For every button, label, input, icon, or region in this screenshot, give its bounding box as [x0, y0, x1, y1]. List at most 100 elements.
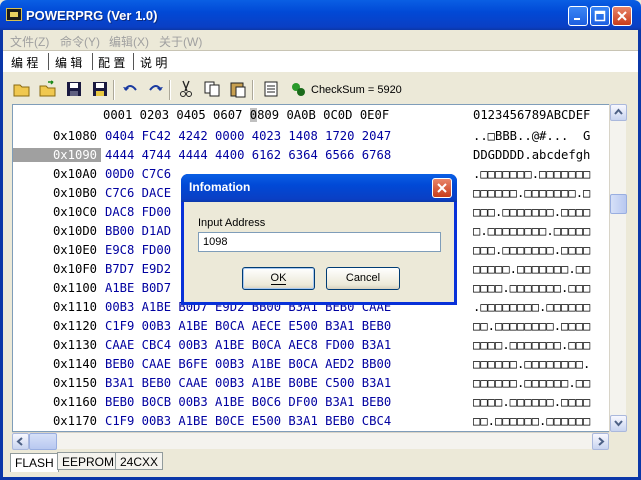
row-ascii[interactable]: DDGDDDD.abcdefgh [473, 148, 590, 162]
row-hex-bytes[interactable]: BEB0 B0CB 00B3 A1BE B0C6 DF00 B3A1 BEB0 [105, 395, 391, 409]
row-address: 0x1140 [52, 357, 97, 371]
row-hex-bytes[interactable]: 00D0 C7C6 [105, 167, 178, 181]
row-address: 0x1100 [52, 281, 97, 295]
row-ascii[interactable]: □□□□□□.□□□□□□□□. [473, 357, 590, 371]
row-ascii[interactable]: .□□□□□□□□.□□□□□□ [473, 300, 590, 314]
toolbar-separator [169, 80, 171, 100]
row-hex-bytes[interactable]: BB00 D1AD [105, 224, 178, 238]
save-icon[interactable] [65, 80, 83, 98]
cancel-button[interactable]: Cancel [326, 267, 400, 290]
close-button[interactable] [612, 6, 632, 26]
redo-icon[interactable] [147, 80, 165, 98]
row-hex-bytes[interactable]: C1F9 00B3 A1BE B0CE E500 B3A1 BEB0 CBC4 [105, 414, 391, 428]
vertical-scrollbar[interactable] [609, 104, 627, 432]
scroll-up-button[interactable] [610, 104, 627, 121]
vertical-scroll-thumb[interactable] [610, 194, 627, 214]
row-address: 0x1160 [52, 395, 97, 409]
row-address: 0x10F0 [52, 262, 97, 276]
row-hex-bytes[interactable]: A1BE B0D7 [105, 281, 178, 295]
hex-row[interactable]: 0x1090 4444 4744 4444 4400 6162 6364 6566… [13, 148, 625, 167]
input-address-label: Input Address [198, 217, 266, 229]
address-input[interactable] [198, 232, 441, 252]
row-ascii[interactable]: □□□□.□□□□□□□.□□□ [473, 338, 590, 352]
copy-icon[interactable] [203, 80, 221, 98]
save-as-icon[interactable] [91, 80, 109, 98]
row-address: 0x1170 [52, 414, 97, 428]
row-address: 0x10E0 [52, 243, 97, 257]
row-hex-bytes[interactable]: DAC8 FD00 [105, 205, 178, 219]
horizontal-scrollbar[interactable] [12, 432, 609, 450]
row-hex-bytes[interactable]: B3A1 BEB0 CAAE 00B3 A1BE B0BE C500 B3A1 [105, 376, 391, 390]
open-file-icon[interactable] [39, 80, 57, 98]
menu-command[interactable]: 命令(Y) [60, 33, 100, 50]
row-ascii[interactable]: □□.□□□□□□□□.□□□□ [473, 319, 590, 333]
goto-address-icon[interactable] [263, 80, 281, 98]
row-ascii[interactable]: □□□.□□□□□□□.□□□□ [473, 205, 590, 219]
row-address: 0x10D0 [52, 224, 97, 238]
row-ascii[interactable]: □.□□□□□□□□.□□□□□ [473, 224, 590, 238]
tab-flash[interactable]: FLASH [10, 453, 59, 472]
row-address: 0x1150 [52, 376, 97, 390]
tab-24cxx[interactable]: 24CXX [115, 452, 164, 470]
row-hex-bytes[interactable]: 4444 4744 4444 4400 6162 6364 6566 6768 [105, 148, 391, 162]
row-hex-bytes[interactable]: B7D7 E9D2 [105, 262, 178, 276]
row-hex-bytes[interactable]: BEB0 CAAE B6FE 00B3 A1BE B0CA AED2 BB00 [105, 357, 391, 371]
mode-tab-strip: 编 程 编 辑 配 置 说 明 [3, 50, 638, 72]
row-address: 0x1110 [52, 300, 97, 314]
cut-icon[interactable] [177, 80, 195, 98]
menu-bar: 文件(Z) 命令(Y) 编辑(X) 关于(W) [3, 30, 638, 50]
row-hex-bytes[interactable]: E9C8 FD00 [105, 243, 178, 257]
toolbar-separator [113, 80, 115, 100]
row-hex-bytes[interactable]: C7C6 DACE [105, 186, 178, 200]
row-ascii[interactable]: □□□□.□□□□□□.□□□□ [473, 395, 590, 409]
scroll-left-button[interactable] [12, 433, 29, 450]
horizontal-scroll-thumb[interactable] [29, 433, 57, 450]
maximize-button[interactable] [590, 6, 610, 26]
row-ascii[interactable]: □□□.□□□□□□□.□□□□ [473, 243, 590, 257]
checksum-label: CheckSum = 5920 [311, 84, 402, 96]
scroll-down-button[interactable] [610, 415, 627, 432]
row-address: 0x10C0 [52, 205, 97, 219]
row-address: 0x10A0 [52, 167, 97, 181]
undo-icon[interactable] [121, 80, 139, 98]
hex-row[interactable]: 0x1160 BEB0 B0CB 00B3 A1BE B0C6 DF00 B3A1… [13, 395, 625, 414]
hex-row[interactable]: 0x1080 0404 FC42 4242 0000 4023 1408 1720… [13, 129, 625, 148]
row-hex-bytes[interactable]: 0404 FC42 4242 0000 4023 1408 1720 2047 [105, 129, 391, 143]
row-hex-bytes[interactable]: CAAE CBC4 00B3 A1BE B0CA AEC8 FD00 B3A1 [105, 338, 391, 352]
row-ascii[interactable]: □□□□□□.□□□□□□□.□ [473, 186, 590, 200]
hex-row[interactable]: 0x1130 CAAE CBC4 00B3 A1BE B0CA AEC8 FD00… [13, 338, 625, 357]
row-ascii[interactable]: □□□□□.□□□□□□□.□□ [473, 262, 590, 276]
hex-row[interactable]: 0x1170 C1F9 00B3 A1BE B0CE E500 B3A1 BEB0… [13, 414, 625, 431]
app-chip-icon [6, 8, 22, 21]
open-folder-icon[interactable] [13, 80, 31, 98]
row-ascii[interactable]: .□□□□□□□.□□□□□□□ [473, 167, 590, 181]
row-hex-bytes[interactable]: C1F9 00B3 A1BE B0CA AECE E500 B3A1 BEB0 [105, 319, 391, 333]
tab-help[interactable]: 说 明 [136, 52, 171, 72]
scroll-right-button[interactable] [592, 433, 609, 450]
tab-edit[interactable]: 编 辑 [51, 52, 87, 72]
menu-file[interactable]: 文件(Z) [10, 33, 49, 50]
row-ascii[interactable]: ..□BBB..@#... G [473, 129, 590, 143]
row-ascii[interactable]: □□□□□□.□□□□□□.□□ [473, 376, 590, 390]
row-ascii[interactable]: □□.□□□□□□.□□□□□□ [473, 414, 590, 428]
ok-button[interactable]: OK [242, 267, 315, 290]
menu-edit[interactable]: 编辑(X) [109, 33, 149, 50]
row-ascii[interactable]: □□□□.□□□□□□□.□□□ [473, 281, 590, 295]
menu-about[interactable]: 关于(W) [159, 33, 202, 50]
hex-row[interactable]: 0x1150 B3A1 BEB0 CAAE 00B3 A1BE B0BE C500… [13, 376, 625, 395]
hex-row[interactable]: 0x1120 C1F9 00B3 A1BE B0CA AECE E500 B3A1… [13, 319, 625, 338]
dialog-close-button[interactable] [432, 178, 452, 198]
row-address: 0x1080 [52, 129, 97, 143]
memory-tab-strip: FLASH EEPROM 24CXX [10, 452, 210, 472]
tab-config[interactable]: 配 置 [94, 52, 129, 72]
hex-row[interactable]: 0x1140 BEB0 CAAE B6FE 00B3 A1BE B0CA AED2… [13, 357, 625, 376]
checksum-icon[interactable] [289, 80, 307, 98]
window-titlebar[interactable]: POWERPRG (Ver 1.0) [0, 0, 641, 30]
dialog-titlebar[interactable]: Infomation [181, 174, 457, 202]
input-address-dialog: Infomation Input Address OK Cancel [181, 174, 457, 305]
row-address: 0x1090 [13, 148, 101, 162]
paste-icon[interactable] [229, 80, 247, 98]
minimize-button[interactable] [568, 6, 588, 26]
tab-program[interactable]: 编 程 [7, 52, 42, 72]
tab-eeprom[interactable]: EEPROM [57, 452, 120, 470]
